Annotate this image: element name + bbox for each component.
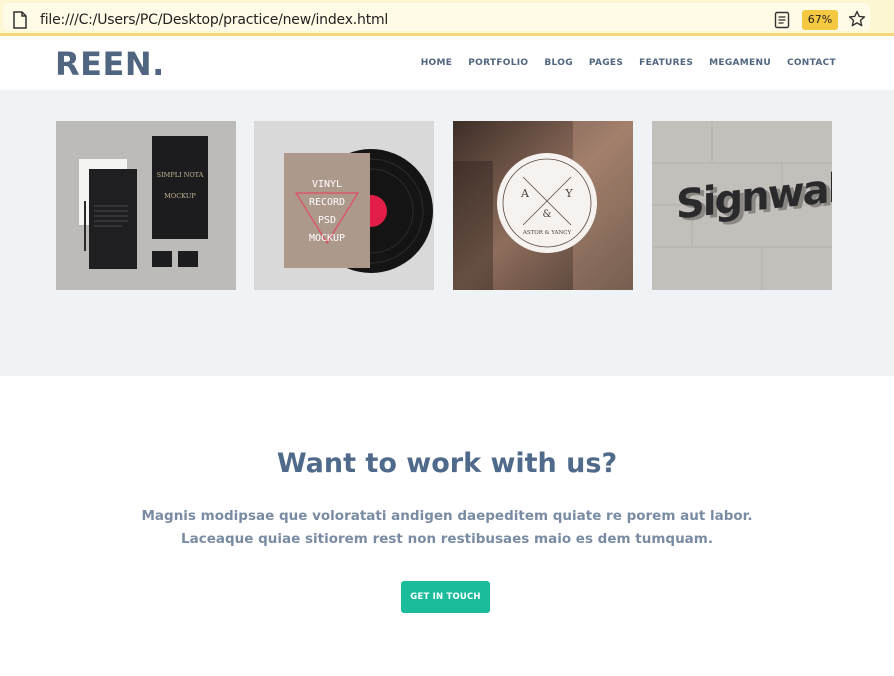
sign-ampersand: & [543, 209, 552, 220]
cta-text-line-2: Laceaque quiae sitiorem rest non restibu… [181, 531, 713, 547]
main-nav: HOME PORTFOLIO BLOG PAGES FEATURES MEGAM… [421, 58, 836, 68]
page-icon [13, 11, 27, 29]
nav-contact[interactable]: CONTACT [787, 58, 836, 68]
stationery-subtitle: MOCKUP [164, 192, 196, 200]
vinyl-text-2: RECORD [309, 197, 345, 208]
nav-megamenu[interactable]: MEGAMENU [709, 58, 771, 68]
portfolio-item-vinyl[interactable]: VINYL RECORD PSD MOCKUP [254, 121, 434, 290]
get-in-touch-button[interactable]: GET IN TOUCH [401, 581, 490, 613]
vinyl-text-3: PSD [318, 215, 336, 226]
cta-title: Want to work with us? [276, 448, 618, 479]
nav-features[interactable]: FEATURES [639, 58, 693, 68]
portfolio-item-stationery[interactable]: SIMPLI NOTA MOCKUP [56, 121, 236, 290]
nav-portfolio[interactable]: PORTFOLIO [468, 58, 528, 68]
sign-letter-a: A [520, 187, 530, 200]
reader-view-icon[interactable] [774, 11, 790, 29]
nav-pages[interactable]: PAGES [589, 58, 623, 68]
site-header: REEN. HOME PORTFOLIO BLOG PAGES FEATURES… [0, 39, 894, 90]
sign-caption: ASTOR & YANCY [522, 230, 572, 236]
address-bar[interactable]: file:///C:/Users/PC/Desktop/practice/new… [3, 3, 870, 31]
cta-text-line-1: Magnis modipsae que voloratati andigen d… [141, 508, 753, 524]
bookmark-star-icon[interactable] [848, 10, 866, 28]
url-text[interactable]: file:///C:/Users/PC/Desktop/practice/new… [40, 12, 388, 28]
nav-home[interactable]: HOME [421, 58, 453, 68]
zoom-level-badge[interactable]: 67% [802, 10, 838, 30]
stationery-title: SIMPLI NOTA [157, 171, 204, 179]
portfolio-item-signwall[interactable]: Signwall Signwall [652, 121, 832, 290]
vinyl-text-1: VINYL [312, 179, 342, 190]
site-logo[interactable]: REEN. [55, 45, 165, 83]
vinyl-text-4: MOCKUP [309, 233, 345, 244]
sign-letter-y: Y [564, 187, 573, 200]
portfolio-item-window-sign[interactable]: A Y & ASTOR & YANCY [453, 121, 633, 290]
portfolio-section: SIMPLI NOTA MOCKUP VINYL RECORD PSD MOCK… [0, 90, 894, 376]
browser-toolbar: file:///C:/Users/PC/Desktop/practice/new… [0, 0, 894, 36]
nav-blog[interactable]: BLOG [544, 58, 573, 68]
